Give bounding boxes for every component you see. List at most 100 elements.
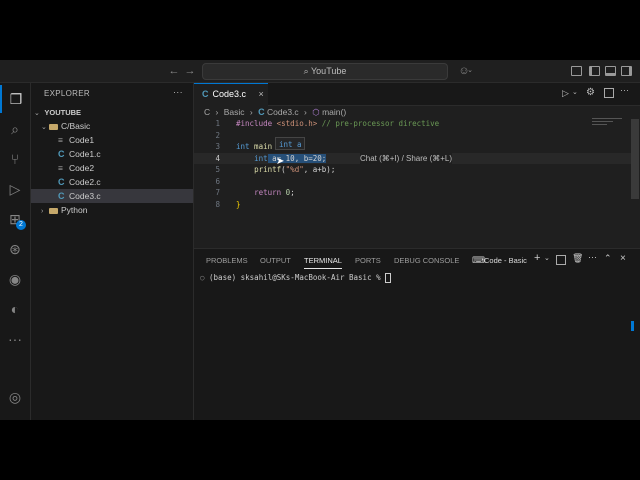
split-terminal-icon[interactable]: [556, 255, 566, 265]
chat-hint: Chat (⌘+I) / Share (⌘+L): [360, 152, 453, 165]
folder-icon: [49, 123, 58, 130]
account-icon[interactable]: ◎: [0, 383, 30, 411]
tab-debug-console[interactable]: DEBUG CONSOLE: [394, 254, 459, 268]
chevron-down-icon[interactable]: ⌄: [544, 254, 550, 262]
mouse-cursor-icon: ➤: [276, 156, 285, 167]
terminal-cursor: [385, 273, 392, 283]
explorer-more-button[interactable]: ···: [173, 87, 183, 97]
customize-layout-icon[interactable]: [571, 66, 582, 76]
line-number: 8: [215, 199, 220, 209]
file-code3-c[interactable]: C Code3.c: [31, 189, 193, 203]
trash-icon[interactable]: 🗑: [572, 253, 583, 264]
terminal-scroll-marker: [631, 321, 634, 331]
folder-c-basic[interactable]: ⌄ C/Basic: [31, 119, 193, 133]
file-label: Code2: [69, 163, 95, 173]
chevron-right-icon: ›: [41, 208, 44, 215]
tab-problems[interactable]: PROBLEMS: [206, 254, 248, 268]
code-token: , a+b);: [303, 165, 336, 174]
code-token: #include: [236, 119, 273, 128]
line-number: 3: [215, 142, 220, 151]
code-line[interactable]: 1 #include <stdio.h> // pre-processor dir…: [194, 118, 634, 130]
command-center-label: YouTube: [311, 66, 347, 76]
extensions-badge: 2: [16, 220, 26, 230]
code-token: int: [254, 153, 268, 163]
code-line[interactable]: 7 return 0;: [194, 187, 634, 199]
add-terminal-icon[interactable]: +: [534, 252, 540, 264]
edge-devtools-icon[interactable]: ◐: [0, 295, 30, 323]
file-code1[interactable]: ≡ Code1: [31, 133, 193, 147]
breadcrumb: C › Basic › C Code3.c › ⬡ main(): [204, 107, 347, 117]
folder-label: C/Basic: [61, 121, 91, 131]
more-actions-icon[interactable]: ···: [620, 85, 629, 95]
breadcrumb-main[interactable]: main(): [322, 107, 346, 117]
maximize-panel-icon[interactable]: ⌃: [604, 253, 612, 264]
code-line[interactable]: 8}: [194, 199, 634, 211]
c-file-icon: C: [202, 89, 209, 99]
minimap[interactable]: [592, 116, 622, 128]
terminal-prompt: (base) sksahil@SKs-MacBook-Air Basic %: [209, 273, 386, 282]
back-arrow-icon[interactable]: ←: [166, 60, 182, 82]
code-token: "%d": [285, 165, 304, 174]
file-label: Code3.c: [69, 191, 101, 201]
line-number: 2: [215, 130, 220, 140]
tab-code3-c[interactable]: C Code3.c ×: [194, 83, 268, 106]
code-token: ;: [290, 188, 295, 197]
run-debug-icon[interactable]: ▷: [0, 175, 30, 203]
editor-scrollbar[interactable]: [631, 119, 639, 199]
folder-label: Python: [61, 205, 88, 215]
explorer-title: EXPLORER: [44, 89, 90, 98]
tab-output[interactable]: OUTPUT: [260, 254, 291, 268]
terminal-prompt-line[interactable]: ○ (base) sksahil@SKs-MacBook-Air Basic %: [200, 273, 392, 283]
more-views-icon[interactable]: ···: [0, 325, 30, 353]
close-panel-icon[interactable]: ×: [620, 253, 626, 264]
github-icon[interactable]: ◉: [0, 265, 30, 293]
code-line[interactable]: 2: [194, 130, 634, 142]
toggle-panel-icon[interactable]: [605, 66, 616, 76]
file-label: Code1.c: [69, 149, 101, 159]
code-token: main: [249, 142, 273, 151]
chevron-down-icon[interactable]: ⌄: [466, 60, 474, 82]
file-label: Code1: [69, 135, 95, 145]
toggle-sidebar-icon[interactable]: [589, 66, 600, 76]
code-token: return: [254, 188, 282, 197]
circle-icon: ○: [200, 273, 205, 282]
more-actions-icon[interactable]: ···: [588, 252, 597, 262]
command-center-search[interactable]: ⌕ YouTube: [202, 63, 448, 80]
code-line[interactable]: 3 int main: [194, 141, 634, 153]
explorer-icon[interactable]: ❐: [0, 85, 30, 113]
c-file-icon: C: [58, 177, 65, 187]
activity-bar: ❐ ⌕ ⑂ ▷ ⊞ 2 ⊛ ◉ ◐ ··· ◎: [0, 83, 31, 420]
extensions-icon[interactable]: ⊞: [0, 205, 30, 233]
breadcrumb-basic[interactable]: Basic: [224, 107, 245, 117]
tab-terminal[interactable]: TERMINAL: [304, 254, 342, 269]
function-icon: ⬡: [312, 107, 320, 117]
explorer-sidebar: EXPLORER ··· ⌄ YOUTUBE ⌄ C/Basic ≡ Code1 C…: [31, 83, 194, 420]
chevron-down-icon[interactable]: ⌄: [572, 88, 578, 96]
gear-icon[interactable]: ⚙: [586, 87, 595, 98]
code-token-selected: = 10, b=20;: [276, 153, 327, 163]
file-code1-c[interactable]: C Code1.c: [31, 147, 193, 161]
code-line[interactable]: 6: [194, 176, 634, 188]
file-code2[interactable]: ≡ Code2: [31, 161, 193, 175]
forward-arrow-icon[interactable]: →: [182, 60, 198, 82]
workspace-header[interactable]: ⌄ YOUTUBE: [31, 105, 193, 119]
split-editor-icon[interactable]: [604, 88, 614, 98]
git-graph-icon[interactable]: ⊛: [0, 235, 30, 263]
tab-ports[interactable]: PORTS: [355, 254, 381, 268]
code-line[interactable]: 5 printf("%d", a+b);: [194, 164, 634, 176]
breadcrumb-file[interactable]: Code3.c: [267, 107, 299, 117]
source-control-icon[interactable]: ⑂: [0, 145, 30, 173]
c-file-icon: C: [58, 191, 65, 201]
search-icon: ⌕: [303, 66, 309, 76]
file-code2-c[interactable]: C Code2.c: [31, 175, 193, 189]
code-token: int: [236, 142, 250, 151]
folder-python[interactable]: › Python: [31, 203, 193, 217]
terminal-instance[interactable]: Code - Basic: [484, 254, 527, 268]
text-file-icon: ≡: [58, 135, 63, 145]
search-icon[interactable]: ⌕: [0, 115, 30, 143]
hover-tooltip: int a: [275, 137, 305, 150]
close-icon[interactable]: ×: [259, 89, 264, 99]
line-number: 1: [215, 119, 220, 128]
toggle-secondary-sidebar-icon[interactable]: [621, 66, 632, 76]
run-icon[interactable]: ▷: [562, 88, 569, 99]
